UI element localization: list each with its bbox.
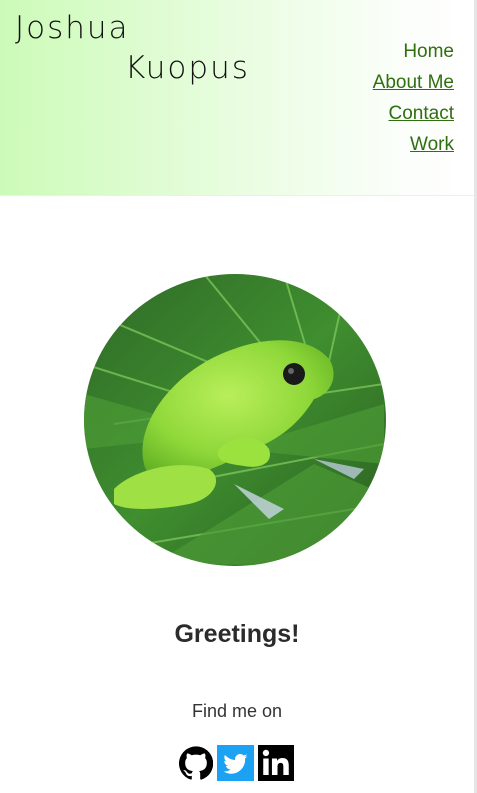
last-name: Kuopus (125, 50, 250, 86)
nav-work-link[interactable]: Work (373, 129, 454, 160)
greeting-heading: Greetings! (174, 620, 300, 648)
nav-home-link[interactable]: Home (373, 36, 454, 67)
nav-contact-link[interactable]: Contact (373, 98, 454, 129)
main-nav: Home About Me Contact Work (373, 36, 454, 160)
linkedin-link[interactable] (258, 745, 294, 781)
linkedin-icon (262, 749, 289, 775)
find-me-text: Find me on (191, 701, 283, 721)
nav-about-link[interactable]: About Me (373, 67, 454, 98)
avatar-frog-image (84, 274, 386, 566)
github-icon (179, 746, 213, 780)
github-link[interactable] (179, 745, 213, 781)
twitter-icon (223, 753, 248, 774)
twitter-link[interactable] (217, 745, 254, 781)
first-name: Joshua (15, 10, 130, 46)
site-title: Joshua Kuopus (15, 8, 250, 88)
header: Joshua Kuopus Home About Me Contact Work (0, 0, 474, 196)
